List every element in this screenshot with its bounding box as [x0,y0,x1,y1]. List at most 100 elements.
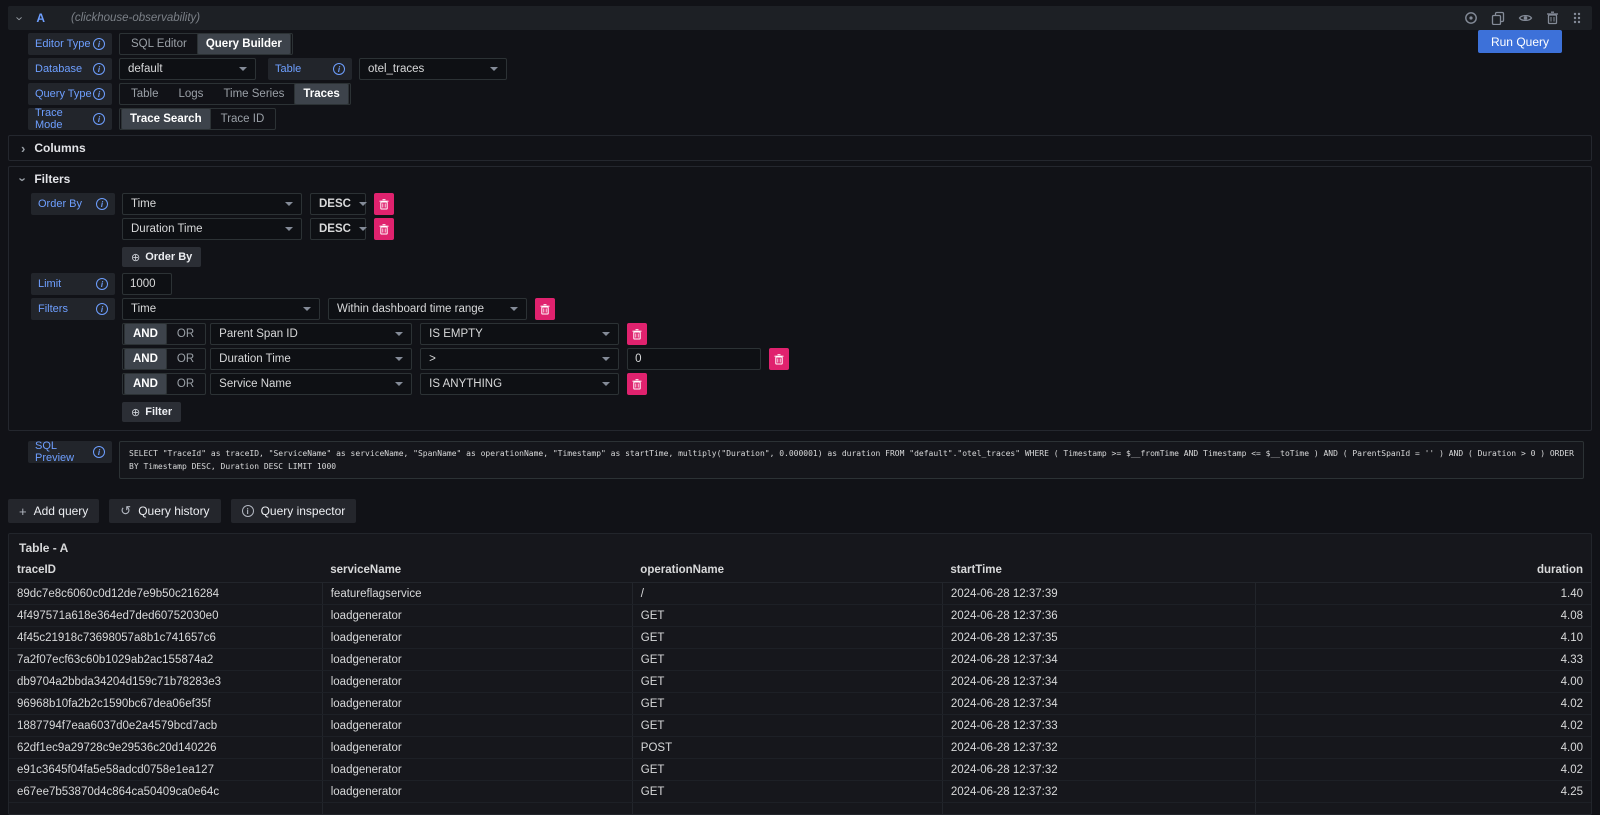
cell-serviceName: loadgenerator [322,759,632,781]
trace-mode-option[interactable]: Trace Search [121,108,211,130]
database-select[interactable]: default [119,58,256,80]
query-row-header[interactable]: › A (clickhouse-observability) [8,6,1592,30]
cell-operationName: GET [632,605,942,627]
query-type-option[interactable]: Table [121,85,169,103]
cell-traceID[interactable]: 96968b10fa2b2c1590bc67dea06ef35f [9,693,322,715]
limit-label: Limit i [31,273,115,295]
filter-operator-select-value: IS EMPTY [429,328,483,340]
chevron-down-icon: › [16,177,31,181]
filter-value-input[interactable] [627,348,761,370]
filter-field-select[interactable]: Time [122,298,320,320]
column-header-serviceName[interactable]: serviceName [322,561,632,583]
chevron-right-icon: › [21,141,25,156]
cell-serviceName: loadgenerator [322,649,632,671]
query-history-button[interactable]: ↺ Query history [109,499,220,523]
editor-type-label: Editor Type i [28,33,112,55]
table-row: 4f45c21918c73698057a8b1c741657c6loadgene… [9,627,1591,649]
filter-field-select[interactable]: Duration Time [210,348,412,370]
cell-traceID[interactable]: 62df1ec9a29728c9e29536c20d140226 [9,737,322,759]
order-by-direction-select[interactable]: DESC [310,218,366,240]
query-type-row: Query Type i TableLogsTime SeriesTraces [28,83,1592,105]
filter-field-select[interactable]: Service Name [210,373,412,395]
order-by-field-select-value: Time [131,198,156,210]
query-type-option[interactable]: Traces [294,83,348,105]
cell-traceID[interactable]: 7a2f07ecf63c60b1029ab2ac155874a2 [9,649,322,671]
add-filter-button[interactable]: ⊕ Filter [122,402,181,422]
cell-startTime [942,803,1255,815]
query-type-option[interactable]: Time Series [213,85,294,103]
bool-operator-option[interactable]: AND [124,348,167,370]
table-row: 89dc7e8c6060c0d12de7e9b50c216284featuref… [9,583,1591,605]
filter-field-select[interactable]: Parent Span ID [210,323,412,345]
cell-traceID[interactable]: 1887794f7eaa6037d0e2a4579bcd7acb [9,715,322,737]
info-icon: i [333,63,345,75]
hide-response-eye-icon[interactable] [1518,11,1533,25]
remove-query-trash-icon[interactable] [1546,11,1559,25]
cell-traceID[interactable]: e91c3645f04fa5e58adcd0758e1ea127 [9,759,322,781]
order-by-field-select[interactable]: Time [122,193,302,215]
info-icon: i [93,38,105,50]
columns-section-header[interactable]: › Columns [9,136,1591,160]
delete-filter-button[interactable] [627,323,647,345]
delete-filter-button[interactable] [535,298,555,320]
delete-order-by-button[interactable] [374,218,394,240]
cell-operationName: GET [632,715,942,737]
cell-traceID[interactable]: e67ee7b53870d4c864ca50409ca0e64c [9,781,322,803]
cell-traceID[interactable] [9,803,322,815]
delete-filter-button[interactable] [769,348,789,370]
column-header-startTime[interactable]: startTime [942,561,1255,583]
query-type-toggle: TableLogsTime SeriesTraces [119,83,351,105]
query-footer-actions: + Add query ↺ Query history i Query insp… [8,499,1592,523]
cell-serviceName: loadgenerator [322,781,632,803]
query-builder-form: Editor Type i SQL EditorQuery Builder Da… [8,30,1592,130]
filters-section-header[interactable]: › Filters [9,167,1591,191]
editor-type-option[interactable]: Query Builder [197,33,291,55]
add-order-by-button[interactable]: ⊕ Order By [122,247,201,267]
limit-input[interactable] [122,273,172,295]
order-by-row: Order ByiTimeDESC [31,193,1591,215]
bool-operator-option[interactable]: AND [124,323,167,345]
column-header-operationName[interactable]: operationName [632,561,942,583]
bool-operator-option[interactable]: OR [167,325,204,343]
cell-startTime: 2024-06-28 12:37:35 [942,627,1255,649]
column-header-duration[interactable]: duration [1256,561,1591,583]
duplicate-query-icon[interactable] [1491,11,1505,25]
cell-traceID[interactable]: 4f45c21918c73698057a8b1c741657c6 [9,627,322,649]
filter-condition-row: ANDOR Duration Time > [31,348,1591,370]
add-query-button[interactable]: + Add query [8,499,99,523]
cell-traceID[interactable]: 4f497571a618e364ed7ded60752030e0 [9,605,322,627]
drag-handle-icon[interactable] [1572,11,1582,25]
trace-mode-label: Trace Mode i [28,108,112,130]
cell-traceID[interactable]: db9704a2bbda34204d159c71b78283e3 [9,671,322,693]
order-by-direction-select[interactable]: DESC [310,193,366,215]
query-type-option[interactable]: Logs [169,85,214,103]
run-query-button[interactable]: Run Query [1478,30,1562,53]
cell-duration: 4.02 [1256,759,1591,781]
filter-operator-select-value: > [429,353,436,365]
order-by-direction-select-value: DESC [319,223,351,235]
bool-operator-option[interactable]: AND [124,373,167,395]
delete-order-by-button[interactable] [374,193,394,215]
circle-dot-icon[interactable] [1464,11,1478,25]
delete-filter-button[interactable] [627,373,647,395]
collapse-chevron-icon[interactable]: › [13,16,28,20]
trace-mode-option[interactable]: Trace ID [211,110,275,128]
bool-operator-option[interactable]: OR [167,375,204,393]
filter-operator-select[interactable]: IS EMPTY [420,323,619,345]
query-inspector-button[interactable]: i Query inspector [231,499,357,523]
info-icon: i [93,88,105,100]
order-by-field-select[interactable]: Duration Time [122,218,302,240]
table-row: 96968b10fa2b2c1590bc67dea06ef35floadgene… [9,693,1591,715]
table-select[interactable]: otel_traces [359,58,507,80]
filter-operator-select[interactable]: IS ANYTHING [420,373,619,395]
filter-operator-select[interactable]: > [420,348,619,370]
cell-startTime: 2024-06-28 12:37:39 [942,583,1255,605]
filters-label-text: Filters [38,303,68,315]
column-header-traceID[interactable]: traceID [9,561,322,583]
editor-type-option[interactable]: SQL Editor [121,35,197,53]
cell-serviceName: loadgenerator [322,671,632,693]
filter-operator-select[interactable]: Within dashboard time range [328,298,527,320]
cell-traceID[interactable]: 89dc7e8c6060c0d12de7e9b50c216284 [9,583,322,605]
table-label: Table i [268,58,352,80]
bool-operator-option[interactable]: OR [167,350,204,368]
